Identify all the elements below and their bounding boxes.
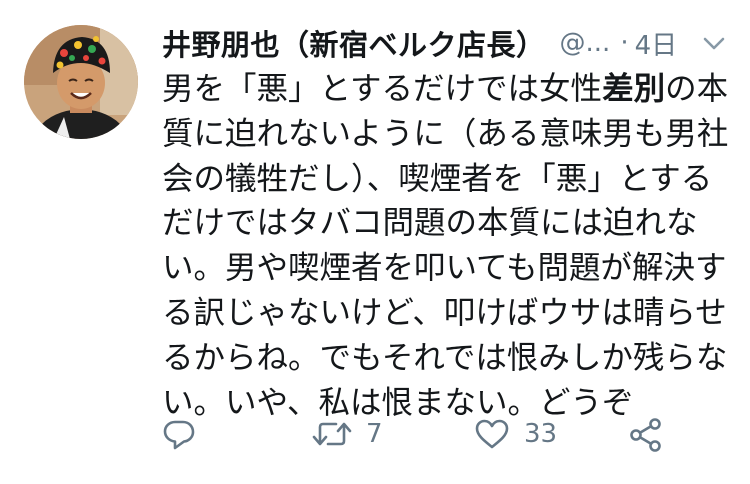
timestamp[interactable]: 4日 (635, 25, 678, 62)
share-icon (630, 418, 661, 452)
chevron-down-icon[interactable] (700, 29, 728, 57)
tweet-header: 井野朋也（新宿ベルク店長） @... · 4日 (162, 20, 730, 66)
tweet-actions: 7 33 (0, 417, 750, 467)
avatar[interactable] (24, 25, 138, 139)
tweet-line: 会の犠牲だし）、喫煙者を「悪」とする (162, 160, 713, 197)
tweet-line: 男を「悪」とするだけでは女性差別の本 (162, 67, 728, 112)
user-handle[interactable]: @... (560, 28, 611, 58)
retweet-button[interactable]: 7 (312, 417, 383, 451)
reply-icon (163, 420, 195, 450)
retweet-icon (312, 422, 352, 446)
tweet-line: る訳じゃないけど、叩けばウサは晴らせ (162, 294, 727, 331)
retweet-count: 7 (366, 419, 383, 449)
like-count: 33 (524, 419, 558, 449)
tweet-text-segment: の本 (665, 71, 729, 107)
avatar-image (24, 25, 138, 139)
tweet[interactable]: 井野朋也（新宿ベルク店長） @... · 4日 男を「悪」とするだけでは女性差別… (0, 0, 750, 484)
like-button[interactable]: 33 (474, 417, 557, 451)
reply-button[interactable] (162, 417, 196, 451)
tweet-line: 質に迫れないように（ある意味男も男社 (162, 115, 729, 152)
tweet-text-segment: 差別 (602, 71, 666, 107)
separator-dot: · (620, 28, 629, 58)
heart-icon (475, 419, 509, 449)
share-button[interactable] (628, 417, 664, 453)
tweet-text-segment: 男を「悪」とするだけでは女性 (162, 71, 603, 107)
tweet-text: 男を「悪」とするだけでは女性差別の本 質に迫れないように（ある意味男も男社 会の… (162, 67, 729, 425)
tweet-line: い。男や喫煙者を叩いても問題が解決す (162, 250, 727, 287)
display-name[interactable]: 井野朋也（新宿ベルク店長） (162, 22, 546, 64)
tweet-line: だけではタバコ問題の本質には迫れな (162, 205, 698, 242)
tweet-line: るからね。でもそれでは恨みしか残らな (162, 339, 728, 376)
